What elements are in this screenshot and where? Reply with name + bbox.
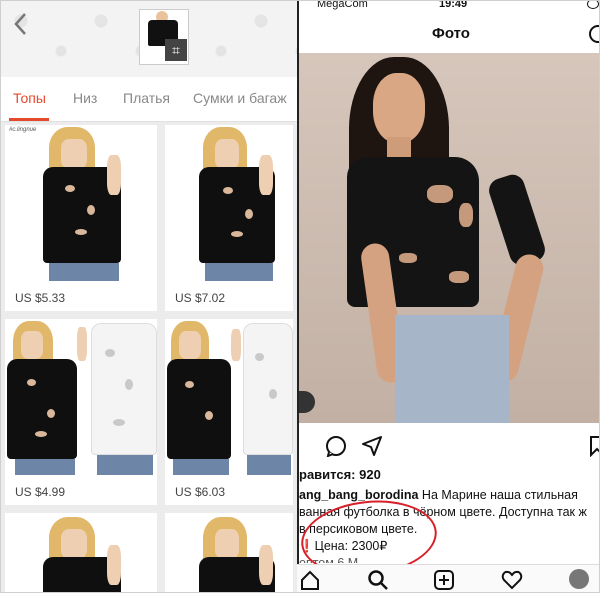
shirt-hole bbox=[449, 271, 469, 283]
instagram-panel: MegaCom 19:49 Фото равится: 920 ang_bang… bbox=[297, 1, 599, 592]
carrier-name: MegaCom bbox=[317, 1, 368, 10]
shirt-hole bbox=[427, 185, 453, 203]
username-link[interactable]: ang_bang_borodina bbox=[299, 488, 418, 502]
product-image bbox=[5, 513, 157, 592]
caption-line: ang_bang_borodina На Марине наша стильна… bbox=[299, 487, 599, 504]
tab-bottoms[interactable]: Низ bbox=[73, 90, 97, 106]
product-image bbox=[5, 319, 157, 475]
profile-avatar[interactable] bbox=[569, 569, 589, 589]
product-image: #c.lingnue bbox=[5, 125, 157, 281]
photo-face bbox=[373, 73, 425, 143]
active-tab-indicator bbox=[9, 118, 49, 121]
likes-count[interactable]: равится: 920 bbox=[299, 467, 381, 482]
product-price: US $7.02 bbox=[175, 291, 226, 305]
product-card[interactable]: US $6.03 bbox=[165, 319, 293, 505]
search-header: ⌗ bbox=[1, 1, 297, 77]
status-bar: MegaCom 19:49 bbox=[299, 1, 599, 15]
product-card[interactable]: US $7.02 bbox=[165, 125, 293, 311]
tab-bags[interactable]: Сумки и багаж bbox=[193, 90, 287, 106]
shirt-hole bbox=[459, 203, 473, 227]
page-title: Фото bbox=[432, 25, 470, 42]
status-indicator-icon bbox=[587, 1, 599, 9]
category-tabs: Топы Низ Платья Сумки и багаж bbox=[1, 77, 297, 122]
product-card[interactable] bbox=[165, 513, 293, 592]
shopping-app-panel: ⌗ Топы Низ Платья Сумки и багаж #c.lingn… bbox=[1, 1, 297, 592]
tab-tops[interactable]: Топы bbox=[13, 90, 46, 106]
share-icon[interactable] bbox=[361, 435, 383, 457]
comment-icon[interactable] bbox=[325, 435, 347, 458]
home-icon[interactable] bbox=[299, 569, 321, 591]
bookmark-icon[interactable] bbox=[589, 435, 599, 458]
product-price: US $5.33 bbox=[15, 291, 66, 305]
tab-dresses[interactable]: Платья bbox=[123, 90, 170, 106]
product-card[interactable] bbox=[5, 513, 157, 592]
product-price: US $6.03 bbox=[175, 485, 226, 499]
product-price: US $4.99 bbox=[15, 485, 66, 499]
product-image bbox=[165, 319, 293, 475]
screenshot-frame: ⌗ Топы Низ Платья Сумки и багаж #c.lingn… bbox=[0, 0, 600, 593]
caption-text: На Марине наша стильная bbox=[418, 488, 578, 502]
photo-jeans bbox=[395, 315, 509, 423]
product-image bbox=[165, 125, 293, 281]
watermark: #c.lingnue bbox=[9, 127, 37, 133]
product-card[interactable]: US $4.99 bbox=[5, 319, 157, 505]
crop-icon[interactable]: ⌗ bbox=[165, 39, 187, 61]
product-image bbox=[165, 513, 293, 592]
bottom-navigation bbox=[297, 564, 599, 592]
chevron-left-icon[interactable] bbox=[11, 11, 31, 37]
heart-icon[interactable] bbox=[501, 569, 523, 591]
post-photo[interactable] bbox=[299, 53, 599, 423]
post-actions bbox=[299, 429, 599, 463]
shirt-hole bbox=[399, 253, 417, 263]
status-time: 19:49 bbox=[439, 1, 468, 10]
product-card[interactable]: #c.lingnue US $5.33 bbox=[5, 125, 157, 311]
add-post-icon[interactable] bbox=[433, 569, 455, 591]
refresh-icon[interactable] bbox=[589, 25, 599, 43]
search-icon[interactable] bbox=[367, 569, 389, 591]
